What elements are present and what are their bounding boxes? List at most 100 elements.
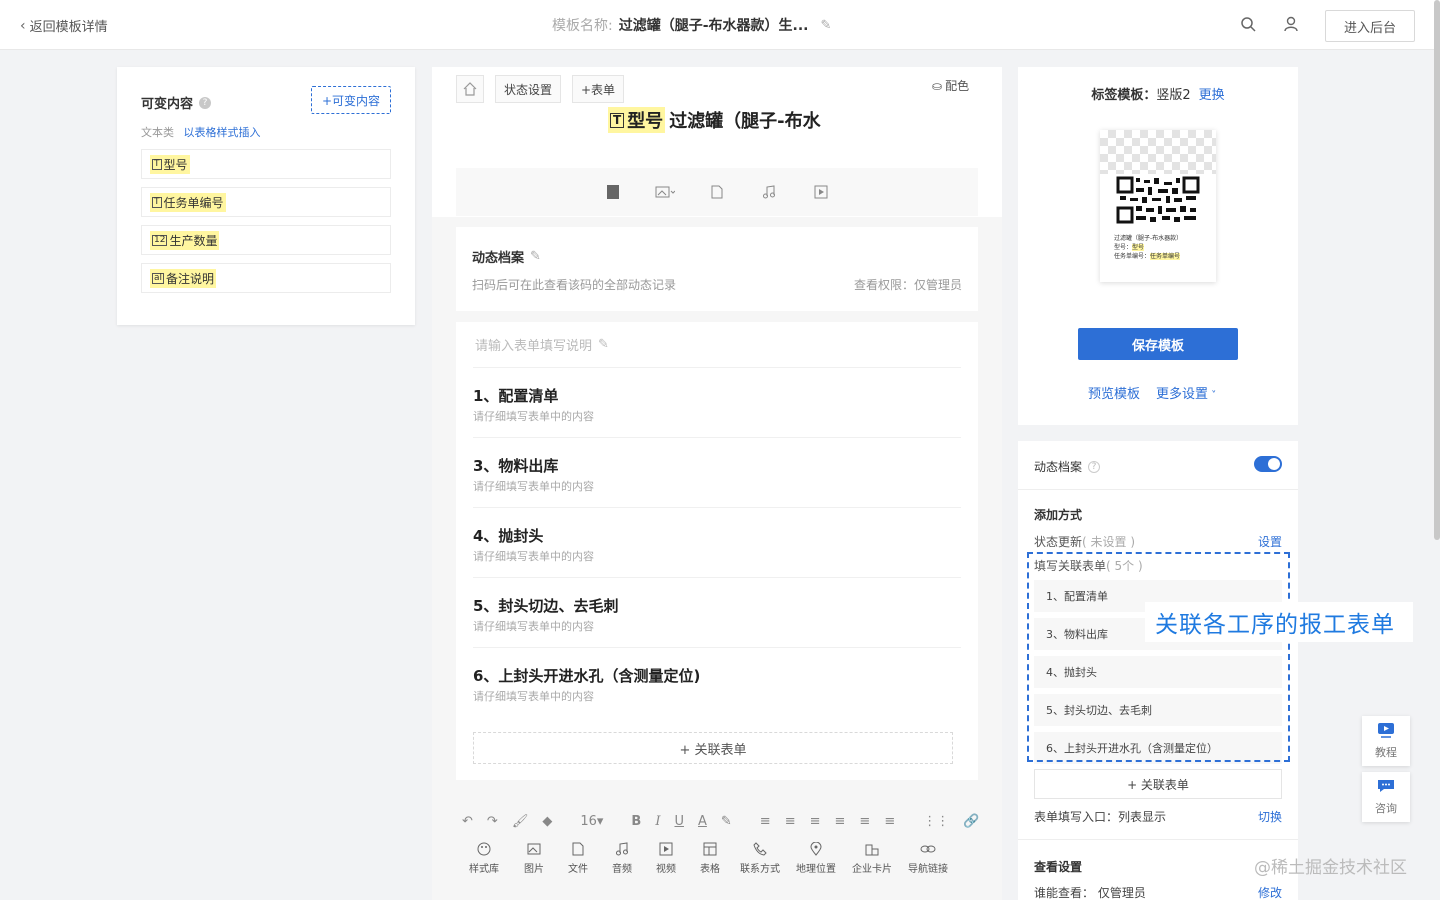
audio-button[interactable]: 音频 xyxy=(600,841,644,875)
table-icon xyxy=(702,841,718,857)
dynamic-archive-title: 动态档案 ✎ xyxy=(472,247,541,266)
music-icon[interactable] xyxy=(759,182,779,202)
color-scheme-button[interactable]: ⛀ 配色 xyxy=(932,77,969,94)
text-type-icon: T xyxy=(610,112,625,128)
bold-icon[interactable]: B xyxy=(631,814,641,829)
variable-tag: T 型号 xyxy=(150,154,190,174)
add-form-button[interactable]: +表单 xyxy=(572,75,625,103)
enter-admin-button[interactable]: 进入后台 xyxy=(1325,10,1415,42)
image-icon xyxy=(526,841,542,857)
add-variable-button[interactable]: +可变内容 xyxy=(311,86,391,114)
underline-icon[interactable]: U xyxy=(674,814,684,829)
font-size-select[interactable]: 16 ▾ xyxy=(580,814,603,829)
divider xyxy=(1018,839,1298,840)
help-icon[interactable]: ? xyxy=(199,96,212,109)
dynamic-archive-toggle[interactable] xyxy=(1254,456,1282,472)
toolbar-label: 样式库 xyxy=(469,864,499,875)
video-button[interactable]: 视频 xyxy=(644,841,688,875)
more-settings-label: 更多设置 xyxy=(1156,387,1209,402)
status-update-set-link[interactable]: 设置 xyxy=(1258,533,1282,550)
table-button[interactable]: 表格 xyxy=(688,841,732,875)
dynamic-archive-card[interactable]: 动态档案 ✎ 扫码后可在此查看该码的全部动态记录 查看权限：仅管理员 xyxy=(456,227,978,311)
status-settings-button[interactable]: 状态设置 xyxy=(495,75,562,103)
form-item[interactable]: 4、抛封头 请仔细填写表单中的内容 xyxy=(473,507,961,577)
edit-pencil-icon: ✎ xyxy=(598,337,609,352)
user-icon[interactable] xyxy=(1281,14,1301,34)
form-instructions-input[interactable]: 请输入表单填写说明 ✎ xyxy=(475,335,609,354)
format-painter-icon[interactable]: 🖌 xyxy=(512,814,529,829)
linked-form-item[interactable]: 5、封头切边、去毛刺 xyxy=(1034,694,1282,726)
linked-form-item[interactable]: 4、抛封头 xyxy=(1034,656,1282,688)
unordered-list-icon[interactable]: ≡ xyxy=(785,814,796,829)
link-form-button[interactable]: + 关联表单 xyxy=(473,732,953,764)
color-block-icon[interactable] xyxy=(603,182,623,202)
eraser-icon[interactable]: ◆ xyxy=(542,814,552,829)
change-template-link[interactable]: 更换 xyxy=(1199,88,1225,103)
style-library-button[interactable]: 样式库 xyxy=(456,841,512,875)
home-icon[interactable] xyxy=(456,75,484,103)
variable-tag: al 备注说明 xyxy=(150,268,217,288)
redo-icon[interactable]: ↷ xyxy=(487,814,498,829)
link-form-button[interactable]: + 关联表单 xyxy=(1034,769,1282,799)
form-item[interactable]: 5、封头切边、去毛刺 请仔细填写表单中的内容 xyxy=(473,577,961,647)
variable-item-quantity[interactable]: 12 生产数量 xyxy=(141,225,391,255)
view-settings-title: 查看设置 xyxy=(1034,860,1083,874)
video-icon[interactable] xyxy=(811,182,831,202)
file-icon[interactable] xyxy=(707,182,727,202)
switch-entry-link[interactable]: 切换 xyxy=(1258,808,1282,825)
document-title[interactable]: T 型号 过滤罐（腿子-布水 xyxy=(608,107,828,133)
image-icon[interactable] xyxy=(655,182,675,202)
color-scheme-label: 配色 xyxy=(945,79,970,93)
link-icon[interactable]: 🔗 xyxy=(963,814,979,829)
form-item[interactable]: 3、物料出库 请仔细填写表单中的内容 xyxy=(473,437,961,507)
contact-button[interactable]: 联系方式 xyxy=(732,841,788,875)
align-right-icon[interactable]: ≡ xyxy=(859,814,870,829)
label-preview[interactable]: 过滤罐（腿子-布水器款） 型号：型号 任务单编号：任务单编号 xyxy=(1100,130,1216,282)
nav-link-button[interactable]: 导航链接 xyxy=(900,841,956,875)
variable-item-task-number[interactable]: T 任务单编号 xyxy=(141,187,391,217)
search-icon[interactable] xyxy=(1238,14,1258,34)
page-scrollbar[interactable] xyxy=(1434,0,1440,540)
more-icon[interactable]: ⋮⋮ xyxy=(923,814,949,829)
font-color-icon[interactable]: A xyxy=(698,814,707,829)
template-name-value: 过滤罐（腿子-布水器款）生... xyxy=(618,18,809,34)
variable-label: 任务单编号 xyxy=(163,195,224,210)
more-settings-link[interactable]: 更多设置 ˅ xyxy=(1156,383,1216,402)
form-subtitle: 请仔细填写表单中的内容 xyxy=(473,410,594,423)
align-center-icon[interactable]: ≡ xyxy=(835,814,846,829)
label-line: 任务单编号：任务单编号 xyxy=(1114,252,1182,261)
edit-pencil-icon[interactable]: ✎ xyxy=(820,18,831,33)
linked-form-item[interactable]: 6、上封头开进水孔（含测量定位） xyxy=(1034,732,1282,764)
template-actions: 预览模板 更多设置 ˅ xyxy=(1088,383,1216,402)
variable-item-model[interactable]: T 型号 xyxy=(141,149,391,179)
chat-icon xyxy=(1377,778,1395,797)
palette-icon xyxy=(476,841,492,857)
justify-icon[interactable]: ≡ xyxy=(884,814,895,829)
dynamic-archive-label: 动态档案 xyxy=(1034,460,1083,474)
location-button[interactable]: 地理位置 xyxy=(788,841,844,875)
image-button[interactable]: 图片 xyxy=(512,841,556,875)
consult-button[interactable]: 咨询 xyxy=(1362,772,1410,822)
form-subtitle: 请仔细填写表单中的内容 xyxy=(473,480,594,493)
highlight-icon[interactable]: ✎ xyxy=(721,814,732,829)
business-card-button[interactable]: 企业卡片 xyxy=(844,841,900,875)
variable-item-remarks[interactable]: al 备注说明 xyxy=(141,263,391,293)
form-item[interactable]: 1、配置清单 请仔细填写表单中的内容 xyxy=(473,367,961,437)
form-item[interactable]: 6、上封头开进水孔（含测量定位) 请仔细填写表单中的内容 xyxy=(473,647,961,717)
file-icon xyxy=(570,841,586,857)
align-left-icon[interactable]: ≡ xyxy=(810,814,821,829)
edit-pencil-icon[interactable]: ✎ xyxy=(530,249,541,264)
save-template-button[interactable]: 保存模板 xyxy=(1078,328,1238,360)
file-button[interactable]: 文件 xyxy=(556,841,600,875)
form-instructions-placeholder: 请输入表单填写说明 xyxy=(475,339,593,354)
undo-icon[interactable]: ↶ xyxy=(462,814,473,829)
italic-icon[interactable]: I xyxy=(655,814,660,829)
edit-view-permission-link[interactable]: 修改 xyxy=(1258,884,1282,900)
insert-as-table-link[interactable]: 以表格样式插入 xyxy=(184,126,261,139)
toolbar-label: 视频 xyxy=(656,864,676,875)
ordered-list-icon[interactable]: ≡ xyxy=(760,814,771,829)
back-to-template-details-link[interactable]: ‹ 返回模板详情 xyxy=(20,16,108,36)
help-icon[interactable]: ? xyxy=(1088,460,1101,473)
preview-template-link[interactable]: 预览模板 xyxy=(1088,383,1140,402)
tutorial-button[interactable]: 教程 xyxy=(1362,716,1410,766)
